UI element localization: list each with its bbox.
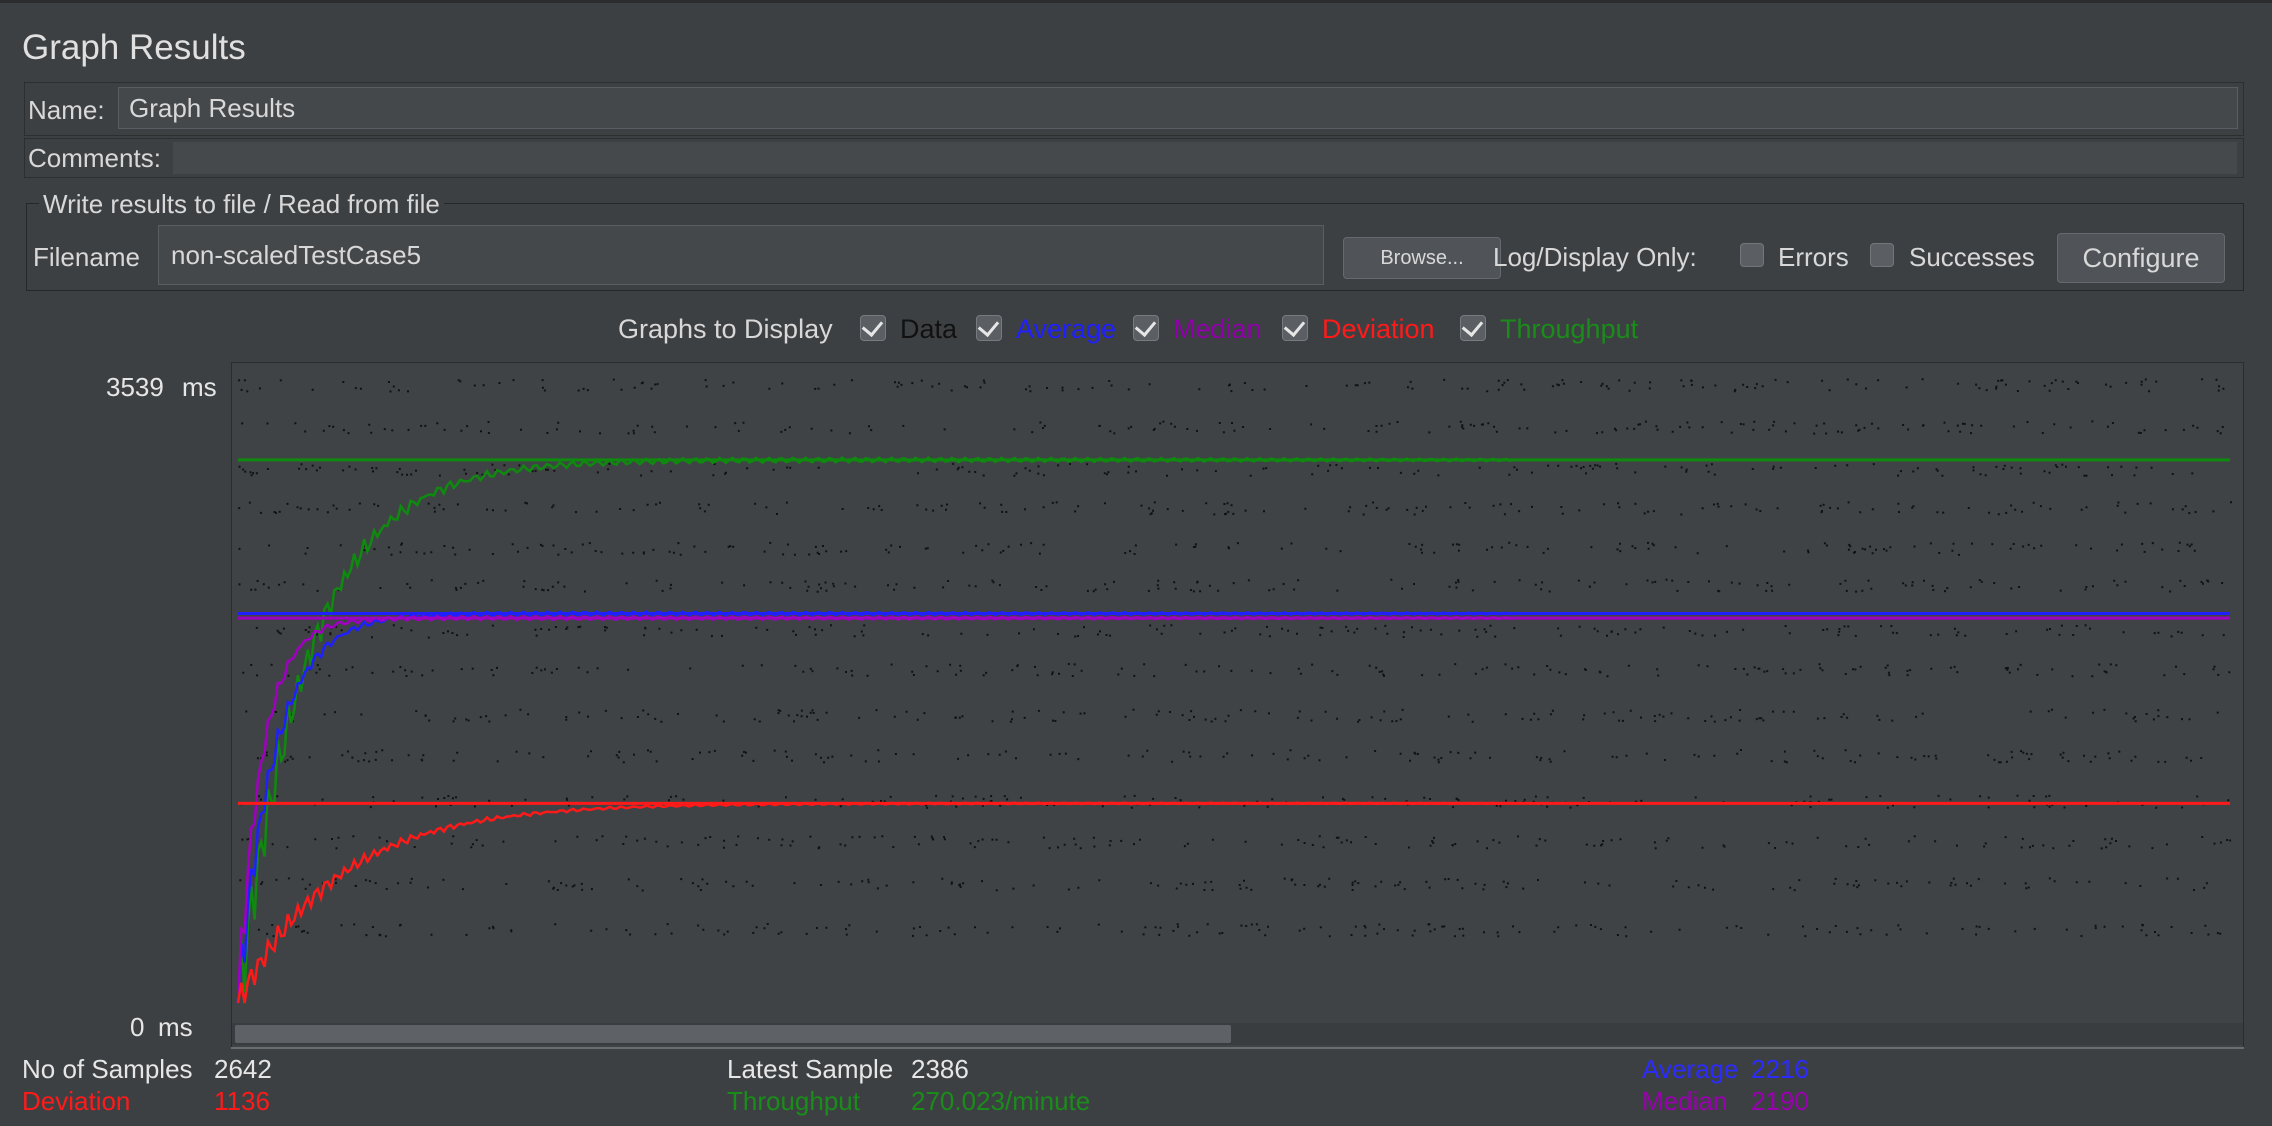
horizontal-scrollbar-thumb[interactable]: [235, 1025, 1231, 1043]
y-axis-unit-top: ms: [182, 372, 217, 402]
graph-plot-area: [231, 362, 2244, 1048]
latest-sample-label: Latest Sample: [727, 1054, 894, 1084]
y-axis-unit-bottom: ms: [158, 1012, 193, 1042]
deviation-value: 1136: [214, 1086, 270, 1116]
median-value: 2190: [1751, 1086, 1809, 1116]
name-input[interactable]: Graph Results: [118, 87, 2238, 129]
graphs-to-display-row: Graphs to Display Data Average Median De…: [0, 314, 2272, 350]
throughput-checkbox[interactable]: [1460, 315, 1486, 341]
series-line-throughput: [236, 456, 2230, 1004]
series-line-average: [236, 610, 2230, 1004]
series-line-median: [236, 614, 2230, 1004]
series-line-deviation: [236, 801, 2230, 1004]
panel-title: Graph Results: [22, 28, 246, 67]
errors-checkbox[interactable]: [1740, 243, 1764, 267]
throughput-label: Throughput: [727, 1086, 860, 1116]
file-group-legend: Write results to file / Read from file: [39, 189, 444, 220]
samples-label: No of Samples: [22, 1054, 193, 1084]
plot-bottom-border: [231, 1047, 2244, 1049]
comments-input[interactable]: [173, 142, 2237, 174]
successes-label: Successes: [1909, 242, 2035, 272]
samples-value: 2642: [214, 1054, 272, 1084]
graph-results-panel: Graph Results Name: Graph Results Commen…: [0, 0, 2272, 1126]
deviation-checkbox[interactable]: [1282, 315, 1308, 341]
data-points: [238, 378, 2233, 938]
y-axis-max-label: 3539: [106, 372, 164, 402]
median-checkbox[interactable]: [1133, 315, 1159, 341]
file-group: Write results to file / Read from file F…: [26, 189, 2244, 291]
comments-label: Comments:: [28, 143, 161, 173]
data-checkbox[interactable]: [860, 315, 886, 341]
average-checkbox[interactable]: [976, 315, 1002, 341]
average-label: Average: [1642, 1054, 1739, 1084]
throughput-value: 270.023/minute: [911, 1086, 1091, 1116]
median-series-label: Median: [1173, 314, 1262, 344]
errors-label: Errors: [1778, 242, 1849, 272]
data-point: [238, 378, 2233, 938]
filename-input[interactable]: non-scaledTestCase5: [158, 225, 1324, 285]
log-display-only-label: Log/Display Only:: [1493, 242, 1697, 272]
graphs-to-display-label: Graphs to Display: [618, 314, 833, 344]
top-border: [0, 0, 2272, 3]
deviation-label: Deviation: [22, 1086, 131, 1116]
configure-button[interactable]: Configure: [2057, 233, 2225, 283]
graph-svg: [236, 378, 2233, 1004]
name-label: Name:: [28, 95, 105, 125]
data-series-label: Data: [900, 314, 958, 344]
throughput-series-label: Throughput: [1500, 314, 1639, 344]
name-row: Name: Graph Results: [24, 82, 2244, 136]
browse-button[interactable]: Browse...: [1343, 237, 1501, 279]
successes-checkbox[interactable]: [1870, 243, 1894, 267]
y-axis-min-label: 0: [130, 1012, 145, 1042]
average-series-label: Average: [1016, 314, 1117, 344]
deviation-series-label: Deviation: [1322, 314, 1435, 344]
comments-row: Comments:: [24, 138, 2244, 178]
filename-label: Filename: [33, 242, 140, 272]
average-value: 2216: [1751, 1054, 1809, 1084]
median-label: Median: [1642, 1086, 1728, 1116]
latest-sample-value: 2386: [911, 1054, 969, 1084]
